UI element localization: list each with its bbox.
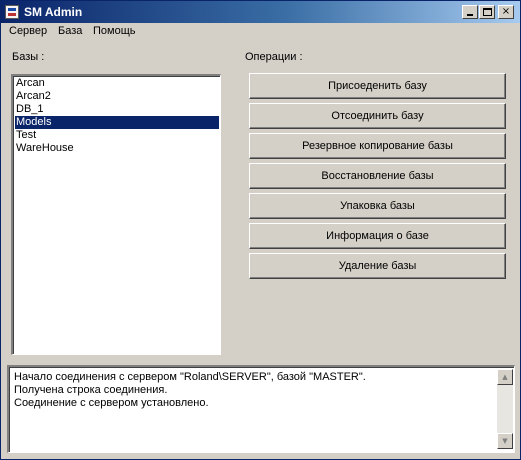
list-item-arcan2[interactable]: Arcan2 [15,90,219,103]
minimize-icon [467,14,473,16]
title-bar[interactable]: SM Admin × [1,1,520,23]
main-window: SM Admin × Сервер База Помощь Базы : Опе… [0,0,521,460]
backup-database-button[interactable]: Резервное копирование базы [249,133,506,159]
minimize-button[interactable] [462,5,478,19]
app-icon[interactable] [5,5,19,19]
list-item-db1[interactable]: DB_1 [15,103,219,116]
menu-database[interactable]: База [58,25,82,37]
list-item-models[interactable]: Models [15,116,219,129]
attach-database-button[interactable]: Присоеденить базу [249,73,506,99]
operations-label: Операции : [245,51,303,63]
log-line: Получена строка соединения. [14,384,168,396]
scroll-down-icon[interactable]: ▼ [497,433,513,449]
database-listbox[interactable]: Arcan Arcan2 DB_1 Models Test WareHouse [11,74,221,355]
menu-bar: Сервер База Помощь [1,23,520,41]
menu-server[interactable]: Сервер [9,25,47,37]
list-item-test[interactable]: Test [15,129,219,142]
list-item-arcan[interactable]: Arcan [15,77,219,90]
window-title: SM Admin [24,5,83,19]
log-scrollbar[interactable]: ▲ ▼ [497,369,513,449]
log-textarea[interactable]: Начало соединения с сервером "Roland\SER… [7,365,515,453]
maximize-button[interactable] [479,5,495,19]
delete-database-button[interactable]: Удаление базы [249,253,506,279]
restore-database-button[interactable]: Восстановление базы [249,163,506,189]
close-button[interactable]: × [498,5,514,19]
menu-help[interactable]: Помощь [93,25,136,37]
detach-database-button[interactable]: Отсоединить базу [249,103,506,129]
pack-database-button[interactable]: Упаковка базы [249,193,506,219]
log-lines: Начало соединения с сервером "Roland\SER… [14,371,494,410]
list-item-warehouse[interactable]: WareHouse [15,142,219,155]
close-icon: × [501,6,511,17]
log-line: Начало соединения с сервером "Roland\SER… [14,371,366,383]
databases-label: Базы : [12,51,45,63]
maximize-icon [483,8,492,16]
scroll-up-icon[interactable]: ▲ [497,369,513,385]
database-info-button[interactable]: Информация о базе [249,223,506,249]
log-line: Соединение с сервером установлено. [14,397,209,409]
